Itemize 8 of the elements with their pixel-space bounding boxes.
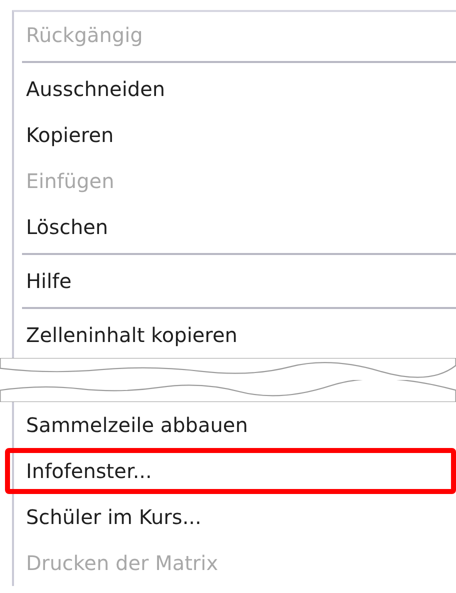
menu-item[interactable]: Ausschneiden: [14, 66, 456, 112]
menu-item[interactable]: Löschen: [14, 204, 456, 250]
menu-item[interactable]: Schüler im Kurs...: [14, 494, 456, 540]
menu-item[interactable]: Sammelzeile abbauen: [14, 402, 456, 448]
menu-item[interactable]: Hilfe: [14, 258, 456, 304]
menu-item[interactable]: Infofenster...: [5, 448, 456, 494]
menu-item[interactable]: Zelleninhalt kopieren: [14, 312, 456, 358]
menu-item[interactable]: Kopieren: [14, 112, 456, 158]
